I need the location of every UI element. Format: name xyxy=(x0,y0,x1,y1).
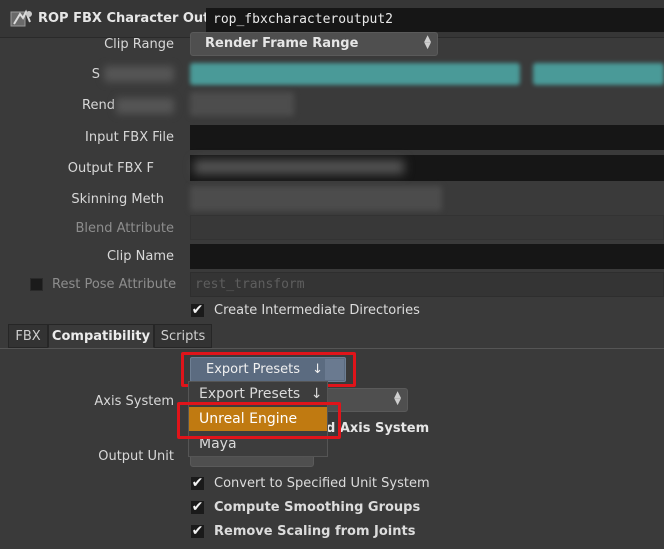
tab-scripts[interactable]: Scripts xyxy=(154,324,212,348)
tab-bar: FBX Compatibility Scripts xyxy=(0,324,664,349)
input-fbx-field[interactable] xyxy=(190,125,664,150)
clip-name-field[interactable] xyxy=(190,244,664,269)
tab-fbx[interactable]: FBX xyxy=(8,324,48,348)
blurred-path xyxy=(194,160,404,174)
create-dirs-checkbox[interactable]: ✔ xyxy=(191,302,204,318)
convert-units-label: Convert to Specified Unit System xyxy=(214,476,430,491)
arrow-down-icon: ↓ xyxy=(312,362,324,377)
arrow-down-icon: ↓ xyxy=(310,386,323,402)
export-presets-button[interactable]: Export Presets ↓ xyxy=(190,357,346,382)
blend-attribute-field xyxy=(190,215,664,240)
smoothing-label: Compute Smoothing Groups xyxy=(214,500,421,515)
presets-button-edge xyxy=(325,359,344,380)
output-unit-label: Output Unit xyxy=(98,449,174,464)
convert-units-checkbox[interactable]: ✔ xyxy=(191,475,204,491)
rop-fbx-node-icon xyxy=(10,9,32,27)
export-presets-label: Export Presets xyxy=(206,362,300,377)
node-name-field[interactable]: rop_fbxcharacteroutput2 xyxy=(206,8,664,32)
dropdown-item-label: Export Presets xyxy=(199,386,301,402)
output-fbx-label: Output FBX F xyxy=(67,161,154,176)
input-fbx-label: Input FBX File xyxy=(85,130,174,145)
spinner-arrows-icon: ▲ ▼ xyxy=(394,390,401,407)
rest-pose-field: rest_transform xyxy=(190,272,664,297)
blend-attribute-label: Blend Attribute xyxy=(75,221,174,236)
create-dirs-label: Create Intermediate Directories xyxy=(214,303,420,318)
skinning-label: Skinning Meth xyxy=(71,192,164,207)
check-icon: ✔ xyxy=(191,499,204,515)
tab-compatibility[interactable]: Compatibility xyxy=(48,324,154,348)
output-fbx-field[interactable] xyxy=(190,155,664,181)
clip-range-value: Render Frame Range xyxy=(205,36,359,51)
start-end-label: S xyxy=(91,67,100,82)
annotation-box xyxy=(177,402,341,439)
remove-scaling-label: Remove Scaling from Joints xyxy=(214,524,416,539)
node-type-label: ROP FBX Character Output xyxy=(38,11,235,26)
clip-range-label: Clip Range xyxy=(104,37,174,52)
step-slider[interactable] xyxy=(533,63,664,85)
skinning-menu[interactable] xyxy=(190,186,442,211)
clip-range-menu[interactable]: Render Frame Range ▲ ▼ xyxy=(190,32,438,56)
start-end-slider[interactable] xyxy=(190,63,520,85)
convert-axis-label: d Axis System xyxy=(326,421,430,436)
blurred-label xyxy=(104,66,174,82)
clip-name-label: Clip Name xyxy=(106,249,174,264)
smoothing-checkbox[interactable]: ✔ xyxy=(191,499,204,515)
axis-system-label: Axis System xyxy=(94,394,174,409)
rest-pose-toggle[interactable] xyxy=(30,278,43,291)
render-menu[interactable] xyxy=(190,92,294,116)
remove-scaling-checkbox[interactable]: ✔ xyxy=(191,523,204,539)
render-label: Rend xyxy=(82,98,115,113)
rest-pose-label: Rest Pose Attribute xyxy=(52,277,177,292)
blurred-label xyxy=(116,98,174,114)
check-icon: ✔ xyxy=(191,475,204,491)
spinner-arrows-icon: ▲ ▼ xyxy=(424,34,431,51)
check-icon: ✔ xyxy=(191,302,204,318)
check-icon: ✔ xyxy=(191,523,204,539)
